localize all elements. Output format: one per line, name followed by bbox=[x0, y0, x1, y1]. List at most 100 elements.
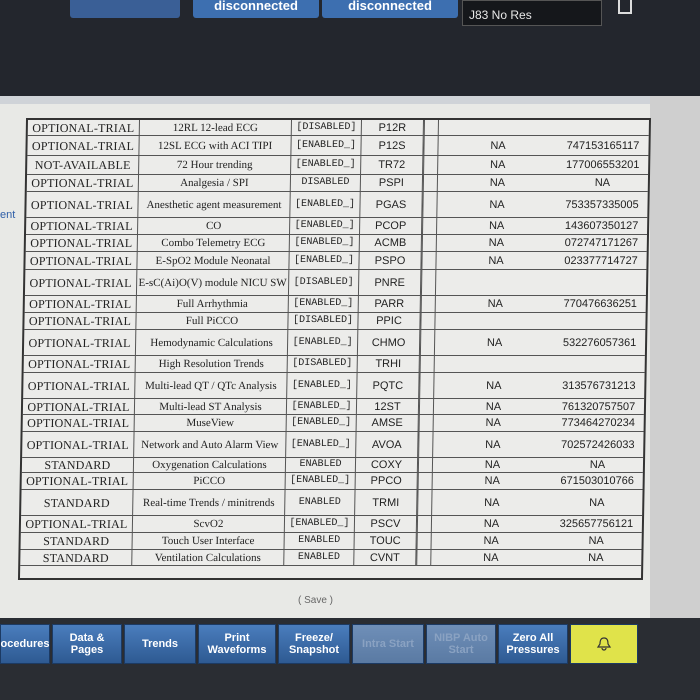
disconnected-button-1[interactable]: disconnected bbox=[193, 0, 319, 18]
spacer-cell bbox=[416, 533, 418, 549]
option-state-cell[interactable]: [ENABLED_] bbox=[287, 373, 358, 398]
table-row: OPTIONAL-TRIAL Anesthetic agent measureme… bbox=[26, 192, 648, 218]
option-na-cell: NA bbox=[435, 252, 556, 269]
option-state-cell[interactable]: [ENABLED_] bbox=[286, 415, 357, 431]
option-state-cell[interactable]: [DISABLED] bbox=[288, 313, 359, 329]
spacer-cell bbox=[422, 218, 424, 234]
option-state-cell[interactable]: ENABLED bbox=[284, 550, 355, 565]
table-row: STANDARD Oxygenation Calculations ENABLED C… bbox=[21, 458, 644, 473]
option-status-cell: OPTIONAL-TRIAL bbox=[23, 356, 136, 372]
procedures-button[interactable]: ocedures bbox=[0, 624, 50, 664]
option-code-cell: 12ST bbox=[356, 399, 420, 414]
option-state-cell[interactable]: [ENABLED_] bbox=[290, 192, 361, 217]
option-status-cell: OPTIONAL-TRIAL bbox=[26, 192, 139, 217]
spacer-cell bbox=[420, 313, 422, 329]
option-na-cell: NA bbox=[437, 136, 558, 155]
option-state-cell[interactable]: [ENABLED_] bbox=[284, 516, 356, 532]
j83-status-box: J83 No Res bbox=[462, 0, 602, 26]
option-status-cell: OPTIONAL-TRIAL bbox=[24, 270, 138, 295]
option-state-cell[interactable]: [ENABLED_] bbox=[289, 235, 360, 251]
option-code-cell: TR72 bbox=[361, 156, 424, 174]
option-status-cell: OPTIONAL-TRIAL bbox=[24, 296, 137, 312]
option-status-cell: OPTIONAL-TRIAL bbox=[27, 120, 140, 135]
option-state-cell[interactable]: [DISABLED] bbox=[291, 120, 362, 135]
option-state-cell[interactable]: [ENABLED_] bbox=[286, 432, 357, 457]
option-state-cell[interactable]: [ENABLED_] bbox=[285, 473, 356, 489]
option-state-cell[interactable]: [ENABLED_] bbox=[287, 330, 359, 355]
option-key-cell bbox=[558, 120, 649, 135]
option-code-cell: ACMB bbox=[359, 235, 422, 251]
option-code-cell: PSCV bbox=[354, 516, 418, 532]
option-code-cell: CHMO bbox=[357, 330, 421, 355]
table-row: OPTIONAL-TRIAL ScvO2 [ENABLED_] PSCV NA 32565… bbox=[20, 516, 643, 533]
option-status-cell: STANDARD bbox=[20, 533, 133, 549]
table-row: OPTIONAL-TRIAL Hemodynamic Calculations [E… bbox=[23, 330, 646, 356]
option-na-cell: NA bbox=[436, 218, 557, 234]
option-state-cell[interactable]: [DISABLED] bbox=[287, 356, 358, 372]
option-name-cell: High Resolution Trends bbox=[135, 356, 288, 372]
table-row: OPTIONAL-TRIAL High Resolution Trends [DIS… bbox=[23, 356, 645, 373]
option-state-cell[interactable]: [ENABLED_] bbox=[288, 296, 359, 312]
option-status-cell: STANDARD bbox=[21, 458, 135, 472]
option-key-cell: NA bbox=[594, 177, 611, 189]
disconnected-button-2[interactable]: disconnected bbox=[322, 0, 458, 18]
monitor-bezel bbox=[650, 96, 700, 700]
zero-all-pressures-button[interactable]: Zero All Pressures bbox=[498, 624, 568, 664]
option-code-cell: P12R bbox=[361, 120, 424, 135]
option-key-cell: NA bbox=[588, 551, 604, 564]
option-status-cell: OPTIONAL-TRIAL bbox=[22, 399, 136, 414]
option-state-cell[interactable]: [ENABLED_] bbox=[291, 136, 362, 155]
option-na-cell: NA bbox=[431, 490, 552, 515]
option-status-cell: OPTIONAL-TRIAL bbox=[22, 415, 135, 431]
save-button[interactable]: ( Save ) bbox=[298, 595, 333, 606]
option-status-cell: OPTIONAL-TRIAL bbox=[21, 473, 134, 489]
spacer-cell bbox=[418, 399, 421, 414]
option-name-cell: Touch User Interface bbox=[132, 533, 285, 549]
option-key-cell: 325657756121 bbox=[559, 518, 634, 530]
option-state-cell[interactable]: [ENABLED_] bbox=[289, 252, 360, 269]
option-name-cell: Oxygenation Calculations bbox=[133, 458, 287, 472]
option-state-cell[interactable]: DISABLED bbox=[290, 175, 362, 191]
nibp-auto-button[interactable]: NIBP Auto Start bbox=[426, 624, 496, 664]
spacer-cell bbox=[417, 458, 420, 472]
option-status-cell: OPTIONAL-TRIAL bbox=[23, 373, 136, 398]
intra-start-button[interactable]: Intra Start bbox=[352, 624, 424, 664]
print-waveforms-button[interactable]: Print Waveforms bbox=[198, 624, 276, 664]
table-row: OPTIONAL-TRIAL E-sC(Ai)O(V) module NICU S… bbox=[24, 270, 647, 296]
option-code-cell: AVOA bbox=[356, 432, 419, 457]
option-state-cell[interactable]: [DISABLED] bbox=[288, 270, 360, 295]
data-pages-button[interactable]: Data & Pages bbox=[52, 624, 122, 664]
status-tab-left[interactable] bbox=[70, 0, 180, 18]
alarm-bell-icon bbox=[596, 637, 612, 651]
option-state-cell[interactable]: ENABLED bbox=[284, 533, 355, 549]
option-state-cell[interactable]: [ENABLED_] bbox=[290, 218, 361, 234]
option-code-cell: PPIC bbox=[358, 313, 421, 329]
option-key-cell bbox=[554, 313, 645, 329]
table-row: STANDARD Ventilation Calculations ENABLED C… bbox=[20, 550, 642, 566]
option-status-cell: OPTIONAL-TRIAL bbox=[27, 136, 140, 155]
spacer-cell bbox=[419, 356, 421, 372]
spacer-cell bbox=[423, 156, 425, 174]
option-na-cell: NA bbox=[437, 156, 558, 174]
alarm-silence-button[interactable] bbox=[570, 624, 638, 664]
spacer-cell bbox=[422, 175, 425, 191]
option-state-cell[interactable]: ENABLED bbox=[285, 458, 357, 472]
option-state-cell[interactable]: [ENABLED_] bbox=[291, 156, 362, 174]
option-name-cell: Analgesia / SPI bbox=[138, 175, 292, 191]
option-name-cell: E-SpO2 Module Neonatal bbox=[137, 252, 290, 269]
spacer-cell bbox=[416, 516, 419, 532]
option-state-cell[interactable]: ENABLED bbox=[285, 490, 356, 515]
option-na-cell: NA bbox=[430, 516, 552, 532]
option-code-cell: AMSE bbox=[356, 415, 419, 431]
option-code-cell: PQTC bbox=[357, 373, 420, 398]
trends-button[interactable]: Trends bbox=[124, 624, 196, 664]
option-name-cell: Full Arrhythmia bbox=[136, 296, 289, 312]
spacer-cell bbox=[421, 235, 423, 251]
option-key-cell: 753357335005 bbox=[565, 198, 639, 211]
option-state-cell[interactable]: [ENABLED_] bbox=[286, 399, 358, 414]
freeze-snapshot-button[interactable]: Freeze/ Snapshot bbox=[278, 624, 350, 664]
option-key-cell: 023377714727 bbox=[564, 254, 638, 267]
option-na-cell bbox=[433, 356, 554, 372]
table-row: OPTIONAL-TRIAL E-SpO2 Module Neonatal [ENA… bbox=[25, 252, 647, 270]
option-name-cell: Real-time Trends / minitrends bbox=[133, 490, 286, 515]
